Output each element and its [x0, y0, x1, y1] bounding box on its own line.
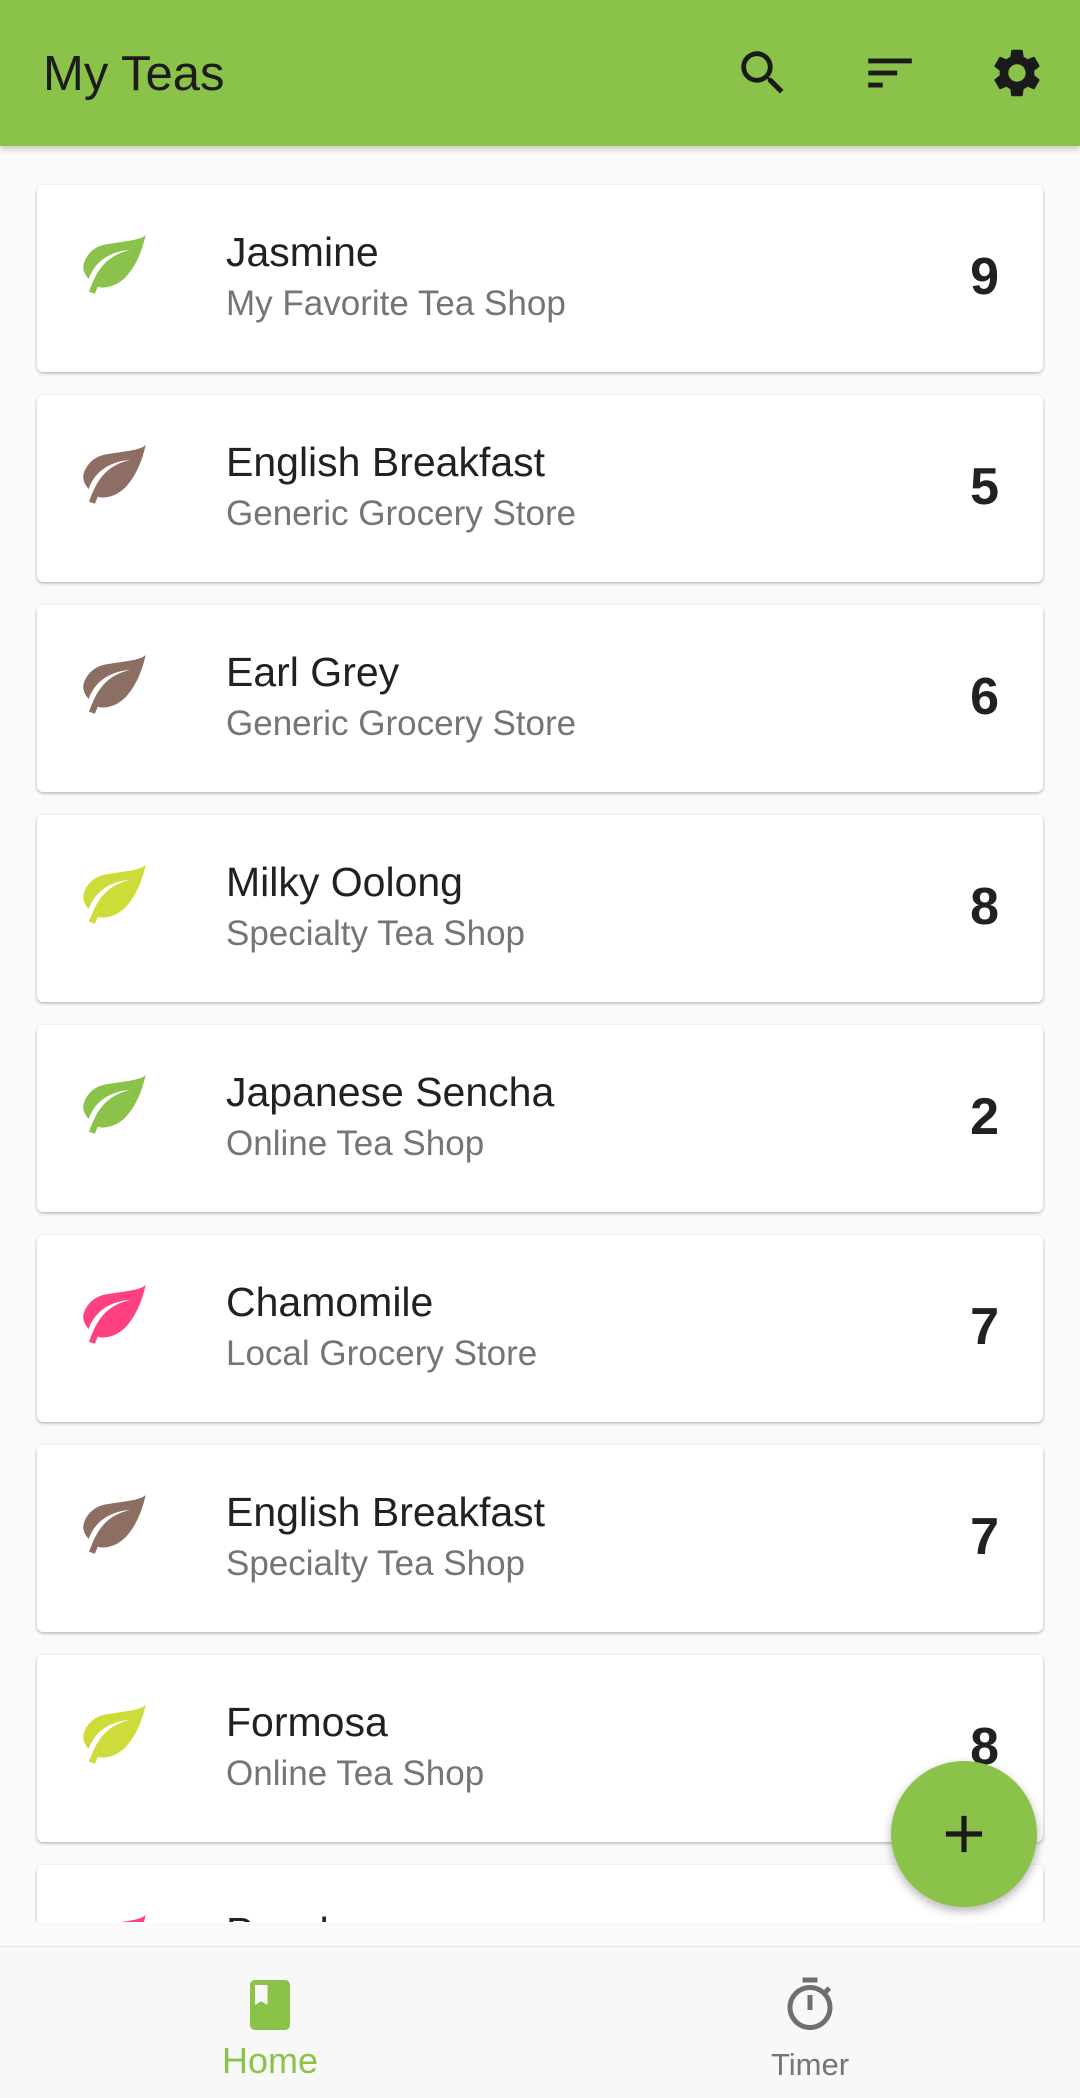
tea-shop: Local Grocery Store	[226, 1334, 538, 1373]
tea-name: Peach	[226, 1908, 342, 1922]
leaf-icon	[77, 1485, 152, 1560]
nav-home[interactable]: Home	[0, 1947, 540, 2098]
tea-name: Formosa	[226, 1699, 388, 1745]
leaf-icon	[77, 1695, 152, 1770]
tea-rating: 6	[970, 668, 999, 726]
tea-rating: 2	[970, 1088, 999, 1146]
leaf-icon	[77, 225, 152, 300]
tea-shop: Online Tea Shop	[226, 1754, 485, 1793]
nav-home-label: Home	[221, 2040, 319, 2081]
app-bar: My Teas	[0, 0, 1080, 146]
sort-icon	[868, 58, 912, 88]
page-title: My Teas	[43, 47, 225, 101]
leaf-icon	[77, 435, 152, 510]
tea-name: Milky Oolong	[226, 859, 463, 905]
tea-card[interactable]: English Breakfast Specialty Tea Shop 7	[37, 1445, 1043, 1632]
stopwatch-icon	[780, 1975, 840, 2035]
tea-shop: Online Tea Shop	[226, 1124, 485, 1163]
nav-timer[interactable]: Timer	[540, 1947, 1080, 2098]
tea-shop: My Favorite Tea Shop	[226, 284, 566, 323]
tea-shop: Specialty Tea Shop	[226, 1544, 526, 1583]
add-tea-button[interactable]	[891, 1761, 1037, 1907]
tea-rating: 7	[970, 1298, 999, 1356]
tea-card[interactable]: Milky Oolong Specialty Tea Shop 8	[37, 815, 1043, 1002]
tea-card[interactable]: Formosa Online Tea Shop 8	[37, 1655, 1043, 1842]
tea-card[interactable]: Japanese Sencha Online Tea Shop 2	[37, 1025, 1043, 1212]
bookmark-book-icon	[240, 1975, 300, 2035]
tea-name: English Breakfast	[226, 439, 546, 485]
tea-rating: 5	[970, 458, 999, 516]
tea-name: Japanese Sencha	[226, 1069, 555, 1115]
tea-card[interactable]: Chamomile Local Grocery Store 7	[37, 1235, 1043, 1422]
tea-name: Chamomile	[226, 1279, 434, 1325]
leaf-icon	[77, 1275, 152, 1350]
tea-rating: 7	[970, 1508, 999, 1566]
tea-name: English Breakfast	[226, 1489, 546, 1535]
sort-button[interactable]	[860, 43, 920, 103]
tea-card[interactable]: Jasmine My Favorite Tea Shop 9	[37, 185, 1043, 372]
settings-button[interactable]	[987, 43, 1047, 103]
tea-shop: Generic Grocery Store	[226, 704, 577, 743]
tea-list[interactable]: Jasmine My Favorite Tea Shop 9 English B…	[0, 146, 1080, 1922]
tea-name: Earl Grey	[226, 649, 400, 695]
tea-name: Jasmine	[226, 229, 379, 275]
nav-timer-label: Timer	[770, 2047, 850, 2082]
leaf-icon	[77, 1905, 152, 1922]
bottom-navigation: Home Timer	[0, 1946, 1080, 2098]
tea-shop: Generic Grocery Store	[226, 494, 577, 533]
tea-card[interactable]: Earl Grey Generic Grocery Store 6	[37, 605, 1043, 792]
leaf-icon	[77, 1065, 152, 1140]
search-button[interactable]	[733, 43, 793, 103]
search-icon	[741, 51, 784, 94]
gear-icon	[994, 49, 1040, 97]
tea-rating: 9	[970, 248, 999, 306]
plus-icon	[945, 1815, 983, 1853]
tea-card[interactable]: English Breakfast Generic Grocery Store …	[37, 395, 1043, 582]
tea-rating: 8	[970, 878, 999, 936]
tea-card[interactable]: Peach	[37, 1865, 1043, 1922]
leaf-icon	[77, 855, 152, 930]
tea-shop: Specialty Tea Shop	[226, 914, 526, 953]
leaf-icon	[77, 645, 152, 720]
